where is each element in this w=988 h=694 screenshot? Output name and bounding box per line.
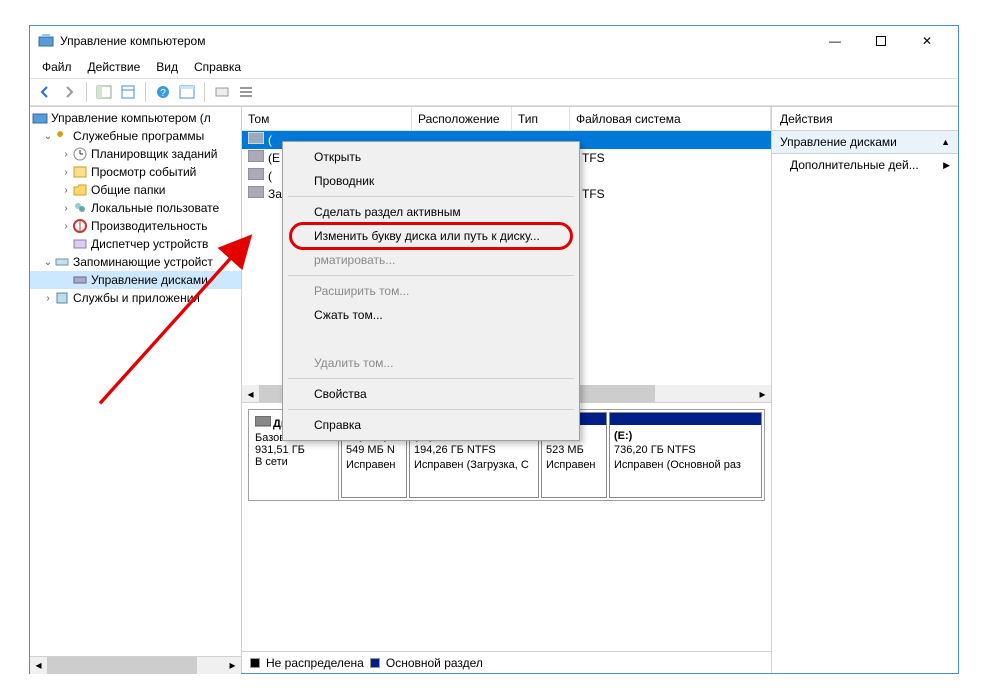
- tree-scrollbar-horizontal[interactable]: ◂ ▸: [30, 656, 241, 673]
- tree-utilities[interactable]: ⌄ Служебные программы: [30, 127, 241, 145]
- tree-services[interactable]: › Службы и приложения: [30, 289, 241, 307]
- toolbar: ?: [30, 78, 958, 106]
- tree-performance[interactable]: › Производительность: [30, 217, 241, 235]
- col-volume[interactable]: Том: [242, 107, 412, 130]
- window-title: Управление компьютером: [60, 34, 205, 48]
- performance-icon: [72, 218, 88, 234]
- cm-mirror: [286, 327, 576, 351]
- scroll-left-button[interactable]: ◂: [30, 657, 47, 674]
- app-icon: [38, 33, 54, 49]
- svg-text:?: ?: [160, 88, 166, 99]
- tree-pane: Управление компьютером (л ⌄ Служебные пр…: [30, 107, 242, 673]
- cm-open[interactable]: Открыть: [286, 145, 576, 169]
- legend-swatch-primary: [370, 658, 380, 668]
- menu-view[interactable]: Вид: [148, 58, 186, 76]
- col-type[interactable]: Тип: [512, 107, 570, 130]
- expand-icon[interactable]: ›: [60, 167, 72, 178]
- cm-shrink[interactable]: Сжать том...: [286, 303, 576, 327]
- scroll-thumb[interactable]: [47, 657, 197, 674]
- cm-explorer[interactable]: Проводник: [286, 169, 576, 193]
- cm-make-active[interactable]: Сделать раздел активным: [286, 200, 576, 224]
- settings-button[interactable]: [211, 81, 233, 103]
- users-icon: [72, 200, 88, 216]
- tree-users[interactable]: › Локальные пользовате: [30, 199, 241, 217]
- disk-icon: [255, 416, 271, 432]
- titlebar: Управление компьютером — ✕: [30, 26, 958, 56]
- menu-file[interactable]: Файл: [34, 58, 80, 76]
- partition[interactable]: (E:) 736,20 ГБ NTFS Исправен (Основной р…: [609, 412, 762, 498]
- cm-properties[interactable]: Свойства: [286, 382, 576, 406]
- help-button[interactable]: ?: [152, 81, 174, 103]
- storage-icon: [54, 254, 70, 270]
- volume-icon: [248, 150, 264, 166]
- disk-icon: [72, 272, 88, 288]
- legend: Не распределена Основной раздел: [242, 651, 771, 673]
- view-button[interactable]: [176, 81, 198, 103]
- col-layout[interactable]: Расположение: [412, 107, 512, 130]
- maximize-button[interactable]: [858, 26, 904, 56]
- services-icon: [54, 290, 70, 306]
- menu-help[interactable]: Справка: [186, 58, 249, 76]
- wrench-icon: [54, 128, 70, 144]
- menubar: Файл Действие Вид Справка: [30, 56, 958, 78]
- expand-icon[interactable]: ⌄: [42, 257, 54, 268]
- events-icon: [72, 164, 88, 180]
- col-fs[interactable]: Файловая система: [570, 107, 771, 130]
- legend-swatch-unallocated: [250, 658, 260, 668]
- legend-unallocated: Не распределена: [266, 656, 364, 670]
- volume-icon: [248, 132, 264, 148]
- volume-icon: [248, 186, 264, 202]
- expand-icon[interactable]: ›: [60, 185, 72, 196]
- expand-icon: ▶: [943, 160, 950, 171]
- scroll-right-button[interactable]: ▸: [224, 657, 241, 674]
- list-button[interactable]: [235, 81, 257, 103]
- tree-root[interactable]: Управление компьютером (л: [30, 109, 241, 127]
- folder-icon: [72, 182, 88, 198]
- device-icon: [72, 236, 88, 252]
- volume-icon: [248, 168, 264, 184]
- expand-icon[interactable]: ⌄: [42, 131, 54, 142]
- legend-primary: Основной раздел: [386, 656, 483, 670]
- expand-icon[interactable]: ›: [60, 203, 72, 214]
- tree-shared[interactable]: › Общие папки: [30, 181, 241, 199]
- cm-extend: Расширить том...: [286, 279, 576, 303]
- forward-button[interactable]: [58, 81, 80, 103]
- tree-diskmgmt[interactable]: Управление дисками: [30, 271, 241, 289]
- computer-icon: [32, 110, 48, 126]
- actions-more[interactable]: Дополнительные дей... ▶: [772, 154, 958, 176]
- cm-delete: Удалить том...: [286, 351, 576, 375]
- actions-pane: Действия Управление дисками ▲ Дополнител…: [772, 107, 958, 673]
- collapse-icon: ▲: [941, 137, 950, 147]
- tree-storage[interactable]: ⌄ Запоминающие устройст: [30, 253, 241, 271]
- context-menu: Открыть Проводник Сделать раздел активны…: [282, 141, 580, 441]
- tree-scheduler[interactable]: › Планировщик заданий: [30, 145, 241, 163]
- show-hide-tree-button[interactable]: [93, 81, 115, 103]
- scroll-left-button[interactable]: ◂: [242, 385, 259, 402]
- expand-icon[interactable]: ›: [42, 293, 54, 304]
- tree-devmgr[interactable]: Диспетчер устройств: [30, 235, 241, 253]
- actions-header: Действия: [772, 107, 958, 131]
- minimize-button[interactable]: —: [812, 26, 858, 56]
- expand-icon[interactable]: ›: [60, 149, 72, 160]
- menu-action[interactable]: Действие: [80, 58, 149, 76]
- cm-format: рматировать...: [286, 248, 576, 272]
- expand-icon[interactable]: ›: [60, 221, 72, 232]
- tree-eventviewer[interactable]: › Просмотр событий: [30, 163, 241, 181]
- scroll-right-button[interactable]: ▸: [754, 385, 771, 402]
- close-button[interactable]: ✕: [904, 26, 950, 56]
- actions-section-diskmgmt[interactable]: Управление дисками ▲: [772, 131, 958, 154]
- properties-button[interactable]: [117, 81, 139, 103]
- cm-change-letter[interactable]: Изменить букву диска или путь к диску...: [286, 224, 576, 248]
- clock-icon: [72, 146, 88, 162]
- back-button[interactable]: [34, 81, 56, 103]
- cm-help[interactable]: Справка: [286, 413, 576, 437]
